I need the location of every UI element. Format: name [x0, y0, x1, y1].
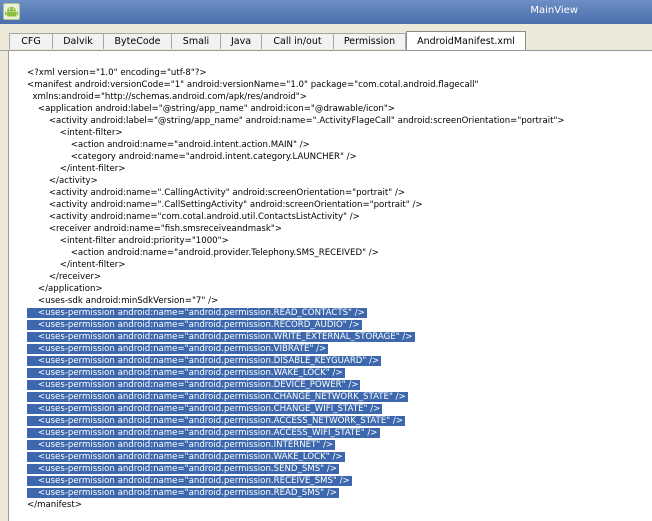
- code-line[interactable]: <intent-filter>: [27, 127, 567, 139]
- code-line-text: </intent-filter>: [27, 164, 126, 174]
- tab-dalvik[interactable]: Dalvik: [52, 33, 104, 49]
- code-line-text: <action android:name="android.provider.T…: [27, 248, 379, 258]
- code-line-text: <uses-permission android:name="android.p…: [27, 380, 361, 390]
- code-line[interactable]: <?xml version="1.0" encoding="utf-8"?>: [27, 67, 567, 79]
- code-line[interactable]: <intent-filter android:priority="1000">: [27, 235, 567, 247]
- code-line-text: <uses-permission android:name="android.p…: [27, 344, 329, 354]
- code-line[interactable]: <application android:label="@string/app_…: [27, 103, 567, 115]
- code-line-text: </application>: [27, 284, 103, 294]
- tab-androidmanifest[interactable]: AndroidManifest.xml: [406, 31, 526, 50]
- code-line-text: <activity android:name=".CallingActivity…: [27, 188, 406, 198]
- code-line[interactable]: <activity android:name="com.cotal.androi…: [27, 211, 567, 223]
- tab-bytecode[interactable]: ByteCode: [103, 33, 172, 49]
- code-line-text: <receiver android:name="fish.smsreceivea…: [27, 224, 282, 234]
- code-line-text: <uses-permission android:name="android.p…: [27, 440, 336, 450]
- code-line[interactable]: <activity android:name=".CallingActivity…: [27, 187, 567, 199]
- selected-code-line[interactable]: <uses-permission android:name="android.p…: [27, 415, 567, 427]
- code-line-text: <uses-permission android:name="android.p…: [27, 392, 408, 402]
- code-line-text: <application android:label="@string/app_…: [27, 104, 396, 114]
- tab-call-in-out[interactable]: Call in/out: [261, 33, 334, 49]
- code-line-text: <uses-permission android:name="android.p…: [27, 308, 367, 318]
- selected-code-line[interactable]: <uses-permission android:name="android.p…: [27, 427, 567, 439]
- code-line[interactable]: </application>: [27, 283, 567, 295]
- code-line-text: <uses-permission android:name="android.p…: [27, 416, 405, 426]
- tab-bar: CFG Dalvik ByteCode Smali Java Call in/o…: [0, 24, 652, 51]
- code-line-text: <activity android:name="com.cotal.androi…: [27, 212, 360, 222]
- code-line-text: <uses-sdk android:minSdkVersion="7" />: [27, 296, 219, 306]
- code-line[interactable]: <manifest android:versionCode="1" androi…: [27, 79, 567, 91]
- code-line-text: <uses-permission android:name="android.p…: [27, 332, 415, 342]
- code-line-text: <action android:name="android.intent.act…: [27, 140, 310, 150]
- code-line-text: <uses-permission android:name="android.p…: [27, 404, 383, 414]
- code-line[interactable]: </intent-filter>: [27, 259, 567, 271]
- code-line-text: <uses-permission android:name="android.p…: [27, 428, 380, 438]
- selected-code-line[interactable]: <uses-permission android:name="android.p…: [27, 355, 567, 367]
- code-line[interactable]: </intent-filter>: [27, 163, 567, 175]
- code-line[interactable]: <action android:name="android.intent.act…: [27, 139, 567, 151]
- manifest-viewer[interactable]: <?xml version="1.0" encoding="utf-8"?> <m…: [8, 50, 652, 521]
- code-line-text: <?xml version="1.0" encoding="utf-8"?>: [27, 68, 207, 78]
- tab-cfg[interactable]: CFG: [9, 33, 53, 49]
- code-line-text: </manifest>: [27, 500, 82, 510]
- selected-code-line[interactable]: <uses-permission android:name="android.p…: [27, 307, 567, 319]
- code-line-text: </intent-filter>: [27, 260, 126, 270]
- code-line-text: </receiver>: [27, 272, 102, 282]
- code-line-text: xmlns:android="http://schemas.android.co…: [27, 92, 307, 102]
- selected-code-line[interactable]: <uses-permission android:name="android.p…: [27, 331, 567, 343]
- tab-smali[interactable]: Smali: [171, 33, 221, 49]
- code-line[interactable]: <uses-sdk android:minSdkVersion="7" />: [27, 295, 567, 307]
- code-line[interactable]: <category android:name="android.intent.c…: [27, 151, 567, 163]
- selected-code-line[interactable]: <uses-permission android:name="android.p…: [27, 451, 567, 463]
- code-line-text: <uses-permission android:name="android.p…: [27, 464, 339, 474]
- code-line-text: <uses-permission android:name="android.p…: [27, 488, 339, 498]
- code-line-text: <uses-permission android:name="android.p…: [27, 356, 382, 366]
- code-line[interactable]: xmlns:android="http://schemas.android.co…: [27, 91, 567, 103]
- code-line[interactable]: </receiver>: [27, 271, 567, 283]
- code-line-text: <activity android:name=".CallSettingActi…: [27, 200, 423, 210]
- selected-code-line[interactable]: <uses-permission android:name="android.p…: [27, 379, 567, 391]
- xml-code[interactable]: <?xml version="1.0" encoding="utf-8"?> <m…: [27, 67, 567, 511]
- selected-code-line[interactable]: <uses-permission android:name="android.p…: [27, 319, 567, 331]
- selected-code-line[interactable]: <uses-permission android:name="android.p…: [27, 391, 567, 403]
- code-line-text: <intent-filter>: [27, 128, 123, 138]
- selected-code-line[interactable]: <uses-permission android:name="android.p…: [27, 343, 567, 355]
- code-line-text: <uses-permission android:name="android.p…: [27, 452, 345, 462]
- code-line-text: <intent-filter android:priority="1000">: [27, 236, 229, 246]
- code-line[interactable]: <activity android:label="@string/app_nam…: [27, 115, 567, 127]
- code-line[interactable]: <activity android:name=".CallSettingActi…: [27, 199, 567, 211]
- selected-code-line[interactable]: <uses-permission android:name="android.p…: [27, 487, 567, 499]
- tab-permission[interactable]: Permission: [333, 33, 406, 49]
- code-line-text: <uses-permission android:name="android.p…: [27, 476, 352, 486]
- code-line-text: <activity android:label="@string/app_nam…: [27, 116, 565, 126]
- selected-code-line[interactable]: <uses-permission android:name="android.p…: [27, 463, 567, 475]
- selected-code-line[interactable]: <uses-permission android:name="android.p…: [27, 475, 567, 487]
- code-line[interactable]: <receiver android:name="fish.smsreceivea…: [27, 223, 567, 235]
- code-line-text: </activity>: [27, 176, 98, 186]
- tab-java[interactable]: Java: [220, 33, 262, 49]
- code-line[interactable]: </activity>: [27, 175, 567, 187]
- selected-code-line[interactable]: <uses-permission android:name="android.p…: [27, 439, 567, 451]
- selected-code-line[interactable]: <uses-permission android:name="android.p…: [27, 367, 567, 379]
- code-line-text: <manifest android:versionCode="1" androi…: [27, 80, 479, 90]
- selected-code-line[interactable]: <uses-permission android:name="android.p…: [27, 403, 567, 415]
- code-line[interactable]: </manifest>: [27, 499, 567, 511]
- window-title: MainView: [530, 5, 578, 16]
- code-line-text: <category android:name="android.intent.c…: [27, 152, 357, 162]
- code-line-text: <uses-permission android:name="android.p…: [27, 320, 362, 330]
- code-line[interactable]: <action android:name="android.provider.T…: [27, 247, 567, 259]
- code-line-text: <uses-permission android:name="android.p…: [27, 368, 345, 378]
- title-bar[interactable]: MainView: [0, 0, 652, 25]
